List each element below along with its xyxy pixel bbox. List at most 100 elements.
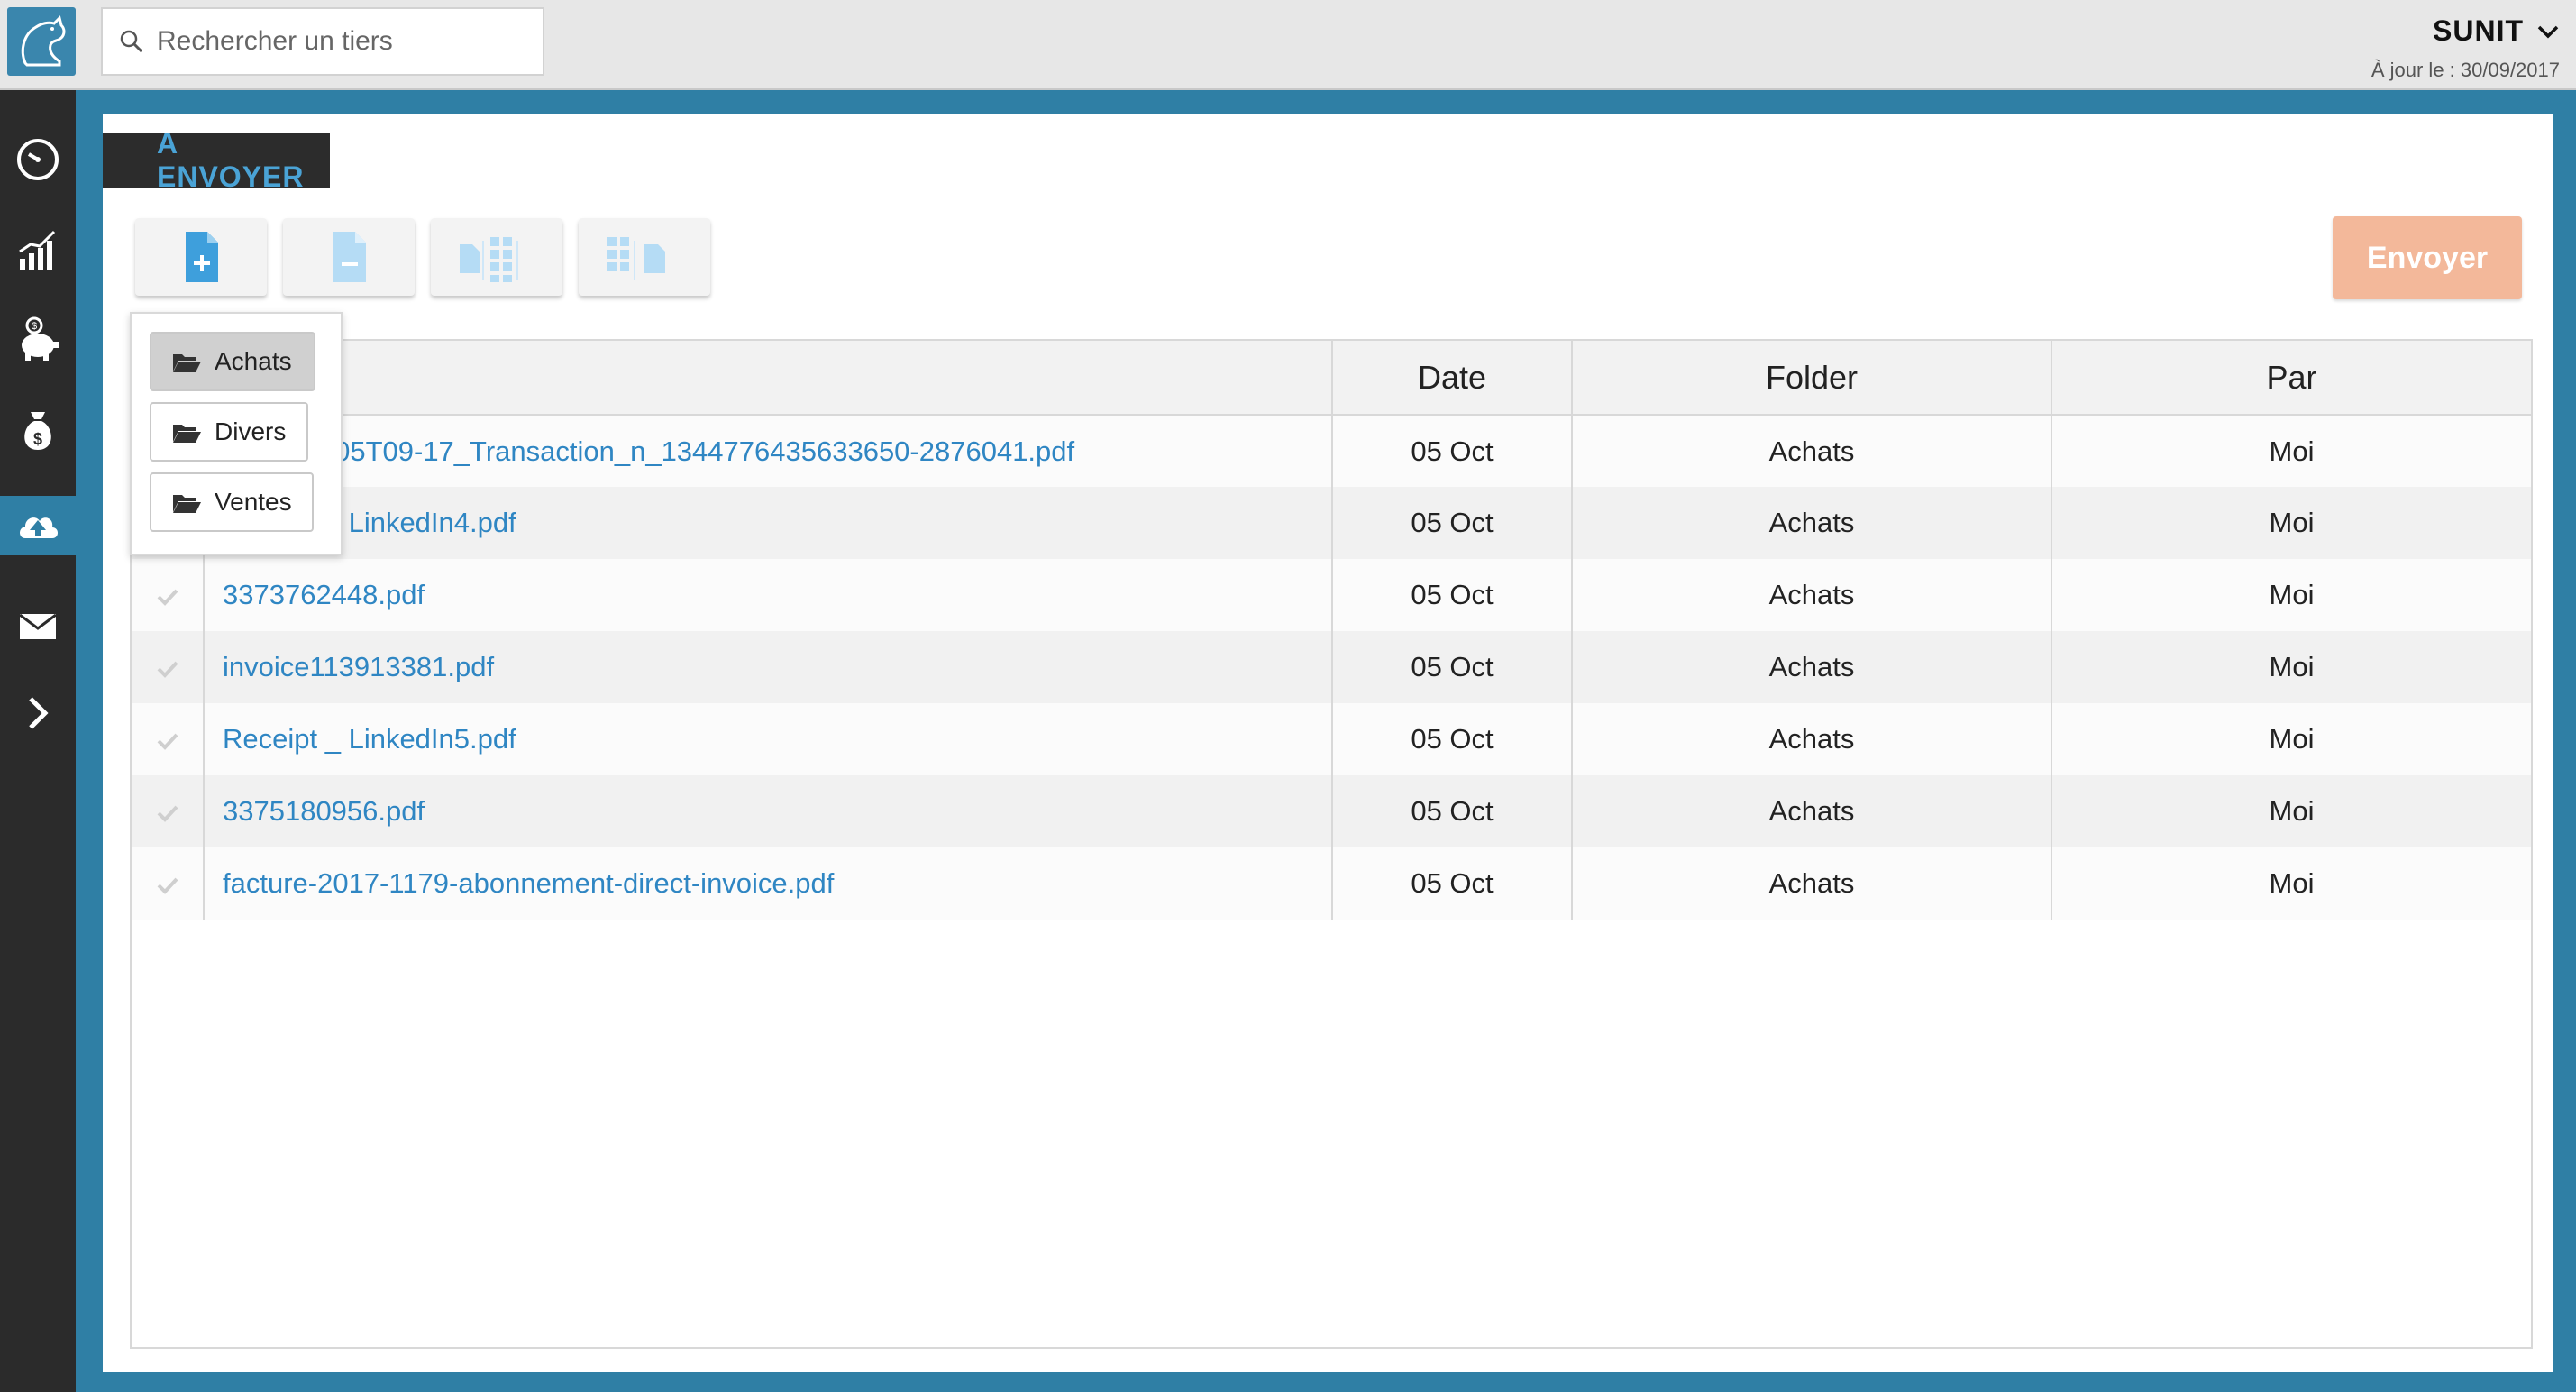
checkmark-icon: [157, 877, 178, 894]
folder-cell[interactable]: Achats: [1572, 775, 2052, 847]
date-cell: 05 Oct: [1332, 775, 1573, 847]
folder-option-ventes[interactable]: Ventes: [150, 472, 314, 532]
folder-option-label: Divers: [215, 417, 287, 445]
file-name-link[interactable]: Receipt _ LinkedIn4.pdf: [204, 487, 1333, 559]
split-file-icon: [607, 237, 665, 280]
column-header-date[interactable]: Date: [1332, 341, 1573, 416]
chevron-down-icon[interactable]: [2536, 23, 2560, 40]
piggy-bank-icon: $: [22, 316, 59, 361]
table-row[interactable]: facture-2017-1179-abonnement-direct-invo…: [132, 847, 2531, 920]
main-panel: A ENVOYER Envoyer Date Folder Par 2017-1…: [103, 114, 2553, 1372]
folder-option-label: Achats: [215, 347, 292, 375]
money-bag-icon: $: [24, 412, 51, 450]
svg-text:$: $: [32, 321, 37, 332]
date-cell: 05 Oct: [1332, 847, 1573, 920]
svg-text:$: $: [33, 430, 42, 448]
app-logo[interactable]: [7, 7, 76, 76]
file-name-link[interactable]: 3375180956.pdf: [204, 775, 1333, 847]
row-check[interactable]: [132, 847, 205, 920]
top-bar: SUNIT À jour le : 30/09/2017: [0, 0, 2576, 90]
cloud-upload-icon: [20, 517, 58, 538]
file-name-link[interactable]: 3373762448.pdf: [204, 559, 1333, 631]
row-check[interactable]: [132, 631, 205, 703]
by-cell: Moi: [2051, 847, 2531, 920]
search-input[interactable]: [157, 26, 535, 57]
remove-file-icon: [333, 232, 366, 282]
by-cell: Moi: [2051, 487, 2531, 559]
account-name: SUNIT: [2433, 14, 2524, 47]
send-button[interactable]: Envoyer: [2333, 216, 2522, 299]
file-name-link[interactable]: 2017-10-05T09-17_Transaction_n_134477643…: [204, 415, 1333, 487]
sidebar-item-savings[interactable]: $: [0, 308, 76, 371]
by-cell: Moi: [2051, 703, 2531, 775]
search-box: [101, 7, 544, 76]
split-files-button[interactable]: [579, 218, 710, 296]
date-cell: 05 Oct: [1332, 559, 1573, 631]
column-header-folder[interactable]: Folder: [1572, 341, 2052, 416]
folder-open-icon: [173, 354, 201, 372]
checkmark-icon: [157, 805, 178, 822]
chart-icon: [19, 230, 56, 270]
table-row[interactable]: 2017-10-05T09-17_Transaction_n_134477643…: [132, 415, 2531, 487]
folder-open-icon: [173, 425, 201, 443]
sidebar-item-finance[interactable]: $: [0, 398, 76, 462]
remove-file-button[interactable]: [283, 218, 415, 296]
folder-cell[interactable]: Achats: [1572, 559, 2052, 631]
account-menu[interactable]: SUNIT À jour le : 30/09/2017: [2371, 14, 2560, 82]
merge-files-button[interactable]: [431, 218, 562, 296]
merge-file-icon: [460, 237, 518, 282]
checkmark-icon: [157, 589, 178, 606]
folder-cell[interactable]: Achats: [1572, 703, 2052, 775]
add-file-icon: [186, 232, 218, 282]
squirrel-logo-icon: [21, 15, 66, 67]
date-cell: 05 Oct: [1332, 487, 1573, 559]
by-cell: Moi: [2051, 631, 2531, 703]
folder-dropdown: Achats Divers Ventes: [130, 312, 343, 555]
sidebar-expand[interactable]: [0, 682, 76, 745]
search-icon: [120, 30, 143, 53]
table-header: Date Folder Par: [132, 341, 2531, 416]
section-title: A ENVOYER: [103, 127, 330, 193]
by-cell: Moi: [2051, 559, 2531, 631]
by-cell: Moi: [2051, 415, 2531, 487]
date-cell: 05 Oct: [1332, 631, 1573, 703]
row-check[interactable]: [132, 559, 205, 631]
row-check[interactable]: [132, 703, 205, 775]
column-header-by[interactable]: Par: [2051, 341, 2531, 416]
file-name-link[interactable]: facture-2017-1179-abonnement-direct-invo…: [204, 847, 1333, 920]
sidebar-item-dashboard[interactable]: [0, 128, 76, 191]
column-header-file[interactable]: [204, 341, 1333, 416]
folder-option-achats[interactable]: Achats: [150, 332, 315, 391]
table-row[interactable]: Receipt _ LinkedIn5.pdf 05 Oct Achats Mo…: [132, 703, 2531, 775]
folder-cell[interactable]: Achats: [1572, 847, 2052, 920]
table-row[interactable]: invoice113913381.pdf 05 Oct Achats Moi: [132, 631, 2531, 703]
by-cell: Moi: [2051, 775, 2531, 847]
sidebar: $ $: [0, 90, 76, 1392]
add-file-button[interactable]: [135, 218, 267, 296]
file-name-link[interactable]: invoice113913381.pdf: [204, 631, 1333, 703]
checkmark-icon: [157, 661, 178, 678]
sidebar-item-upload[interactable]: [0, 496, 76, 555]
folder-option-label: Ventes: [215, 488, 292, 516]
folder-open-icon: [173, 495, 201, 513]
folder-cell[interactable]: Achats: [1572, 415, 2052, 487]
folder-cell[interactable]: Achats: [1572, 631, 2052, 703]
account-name-row: SUNIT: [2371, 14, 2560, 48]
dashboard-icon: [17, 139, 59, 180]
documents-table: Date Folder Par 2017-10-05T09-17_Transac…: [130, 339, 2533, 1349]
file-name-link[interactable]: Receipt _ LinkedIn5.pdf: [204, 703, 1333, 775]
date-cell: 05 Oct: [1332, 415, 1573, 487]
table-row[interactable]: 3373762448.pdf 05 Oct Achats Moi: [132, 559, 2531, 631]
sidebar-item-stats[interactable]: [0, 218, 76, 281]
folder-cell[interactable]: Achats: [1572, 487, 2052, 559]
sidebar-item-mail[interactable]: [0, 595, 76, 658]
checkmark-icon: [157, 733, 178, 750]
mail-icon: [19, 613, 57, 639]
last-update-date: À jour le : 30/09/2017: [2370, 59, 2560, 81]
folder-option-divers[interactable]: Divers: [150, 402, 308, 462]
row-check[interactable]: [132, 775, 205, 847]
chevron-right-icon: [29, 697, 49, 729]
date-cell: 05 Oct: [1332, 703, 1573, 775]
table-row[interactable]: 3375180956.pdf 05 Oct Achats Moi: [132, 775, 2531, 847]
table-row[interactable]: Receipt _ LinkedIn4.pdf 05 Oct Achats Mo…: [132, 487, 2531, 559]
